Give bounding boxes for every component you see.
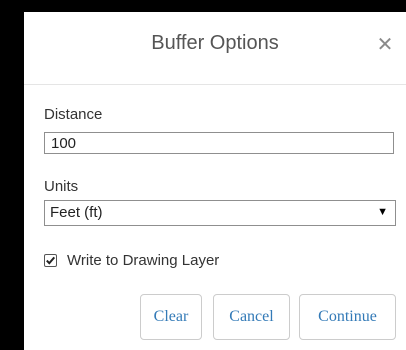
- dialog-header: Buffer Options ✕: [24, 12, 406, 78]
- checkmark-icon: [46, 256, 56, 265]
- write-drawing-layer-label: Write to Drawing Layer: [67, 252, 220, 269]
- cancel-button[interactable]: Cancel: [213, 294, 290, 340]
- distance-input[interactable]: [44, 132, 394, 154]
- continue-button[interactable]: Continue: [299, 294, 396, 340]
- header-divider: [24, 84, 406, 85]
- distance-label: Distance: [44, 106, 103, 123]
- buffer-options-dialog: Buffer Options ✕ Distance Units Feet (ft…: [24, 12, 406, 350]
- units-selected-value: Feet (ft): [50, 204, 103, 221]
- write-drawing-layer-checkbox[interactable]: [44, 254, 57, 267]
- close-icon[interactable]: ✕: [374, 32, 396, 58]
- chevron-down-icon: ▼: [377, 206, 388, 218]
- dialog-title: Buffer Options: [151, 32, 279, 54]
- units-label: Units: [44, 178, 79, 195]
- clear-button[interactable]: Clear: [140, 294, 202, 340]
- units-select[interactable]: Feet (ft) ▼: [44, 200, 396, 226]
